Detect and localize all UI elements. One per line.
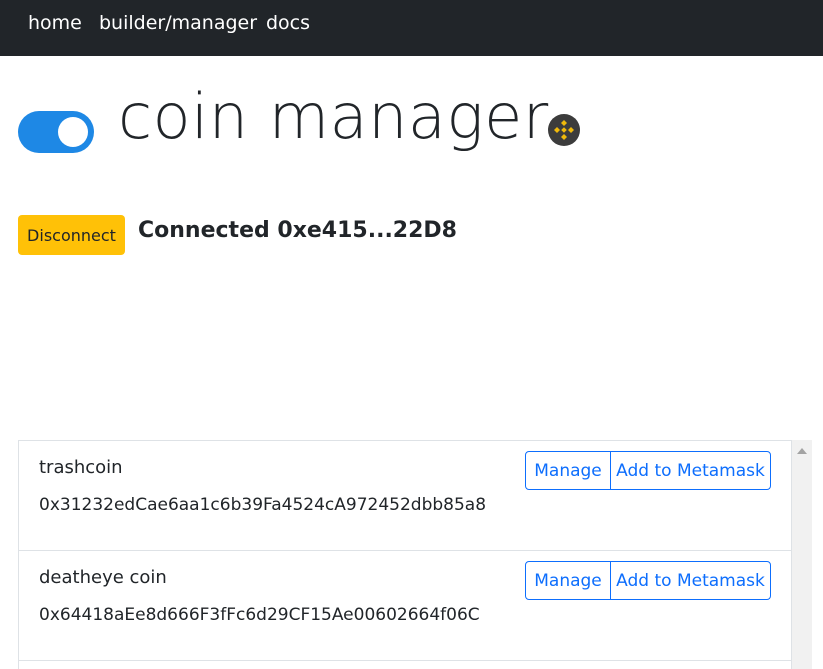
page-title: coin manager — [118, 80, 549, 153]
connection-status: Connected 0xe415...22D8 — [138, 218, 457, 243]
scroll-up-arrow-icon[interactable] — [797, 448, 807, 454]
coin-list-item: deatheye coin 0x64418aEe8d666F3fFc6d29CF… — [19, 551, 791, 661]
coin-address: 0x64418aEe8d666F3fFc6d29CF15Ae00602664f0… — [39, 605, 480, 625]
nav-link-docs[interactable]: docs — [266, 12, 310, 34]
nav-link-builder-manager[interactable]: builder/manager — [99, 12, 257, 34]
top-navbar: home builder/manager docs — [0, 0, 823, 56]
coin-name: trashcoin — [39, 457, 123, 478]
manage-button[interactable]: Manage — [525, 561, 611, 600]
toggle-knob — [58, 117, 88, 147]
coin-list: trashcoin 0x31232edCae6aa1c6b39Fa4524cA9… — [18, 440, 792, 669]
coin-name: deatheye coin — [39, 567, 167, 588]
coin-list-scrollbar[interactable] — [792, 440, 812, 669]
coin-list-item: trashcoin 0x31232edCae6aa1c6b39Fa4524cA9… — [19, 441, 791, 551]
disconnect-button[interactable]: Disconnect — [18, 215, 125, 255]
manage-button[interactable]: Manage — [525, 451, 611, 490]
theme-toggle-switch[interactable] — [18, 111, 94, 153]
nav-link-home[interactable]: home — [28, 12, 82, 34]
add-to-metamask-button[interactable]: Add to Metamask — [610, 561, 771, 600]
add-to-metamask-button[interactable]: Add to Metamask — [610, 451, 771, 490]
binance-icon — [548, 114, 580, 146]
coin-address: 0x31232edCae6aa1c6b39Fa4524cA972452dbb85… — [39, 495, 487, 515]
